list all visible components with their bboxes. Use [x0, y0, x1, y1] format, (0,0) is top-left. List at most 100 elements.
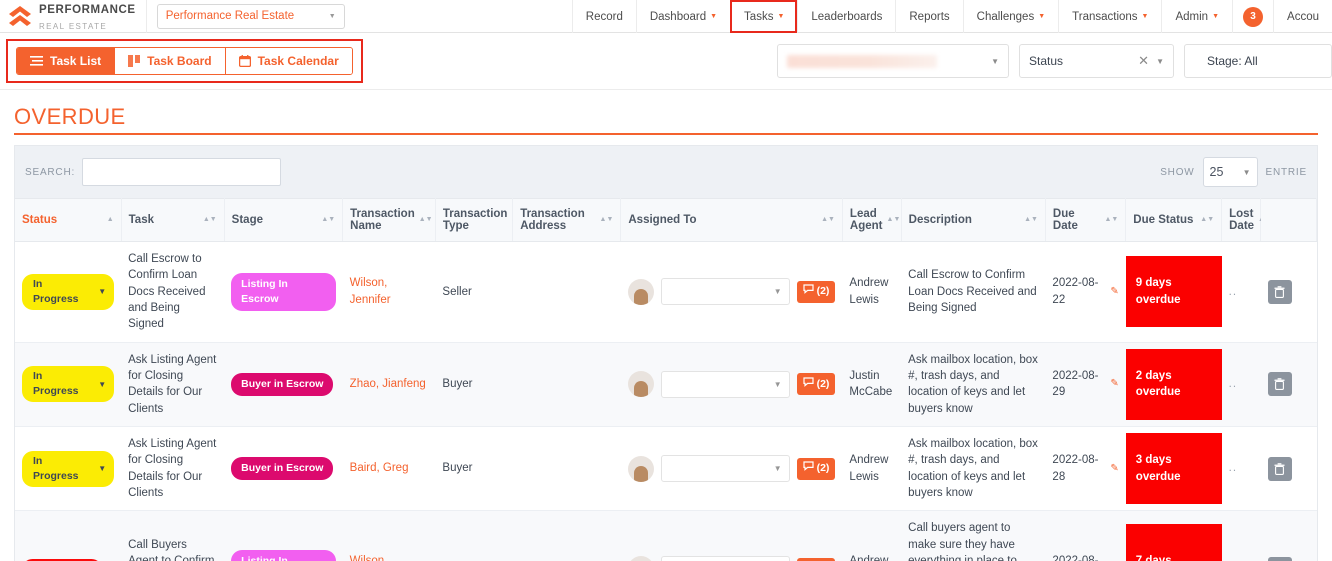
nav-item-leaderboards[interactable]: Leaderboards [797, 0, 895, 33]
cell-transaction-type: Buyer [435, 426, 513, 512]
cell-transaction-type: Seller [435, 510, 513, 561]
column-header-description[interactable]: Description ▲▼ [901, 198, 1046, 242]
cell-assigned-to: ▼ (3) [620, 510, 843, 561]
cell-transaction-name[interactable]: Baird, Greg [342, 426, 436, 512]
comments-count: (2) [816, 285, 830, 298]
delete-button[interactable] [1267, 456, 1292, 481]
nav-item-label: Tasks [744, 10, 774, 23]
redacted-value [669, 556, 774, 561]
task-view-tabs-highlight: Task List Task Board Task Calendar [6, 39, 363, 83]
column-label: Description [908, 214, 972, 226]
delete-button[interactable] [1267, 557, 1292, 561]
cell-transaction-address [512, 342, 621, 427]
cell-lost-date: .. [1221, 241, 1261, 343]
transaction-filter-select[interactable]: ▼ [777, 44, 1009, 78]
status-filter-select[interactable]: Status ✕ ▼ [1019, 44, 1174, 78]
table-row[interactable]: In Progress ▼ Ask Listing Agent for Clos… [15, 342, 1317, 427]
due-status-badge: 3 days overdue [1125, 433, 1222, 505]
status-pill[interactable]: In Progress ▼ [22, 273, 115, 310]
comment-bubble-icon [802, 377, 814, 392]
nav-item-label: Transactions [1072, 10, 1138, 23]
search-input[interactable] [82, 158, 282, 186]
tab-task-list[interactable]: Task List [17, 48, 116, 74]
cell-transaction-name[interactable]: Wilson, Jennifer [342, 510, 436, 561]
entries-label: ENTRIE [1265, 166, 1307, 178]
nav-item-account[interactable]: Accou [1273, 0, 1332, 33]
column-header-actions [1260, 198, 1317, 242]
column-header-transaction-address[interactable]: Transaction Address ▲▼ [512, 198, 622, 242]
nav-item-challenges[interactable]: Challenges ▼ [962, 0, 1058, 33]
tab-task-calendar[interactable]: Task Calendar [225, 48, 352, 74]
column-header-due-status[interactable]: Due Status ▲▼ [1125, 198, 1223, 242]
column-header-transaction-type[interactable]: Transaction Type ▲▼ [435, 198, 525, 242]
table-row[interactable]: To Do ▼ Call Buyers Agent to Confirm Clo… [15, 510, 1317, 561]
nav-item-reports[interactable]: Reports [895, 0, 962, 33]
edit-pencil-icon[interactable]: ✎ [1110, 377, 1118, 391]
tab-task-board[interactable]: Task Board [115, 48, 226, 74]
avatar [627, 278, 654, 305]
cell-transaction-name[interactable]: Zhao, Jianfeng [342, 342, 436, 427]
cell-description: Ask mailbox location, box #, trash days,… [901, 426, 1046, 512]
table-row[interactable]: In Progress ▼ Ask Listing Agent for Clos… [15, 426, 1317, 512]
stage-badge: Buyer in Escrow [231, 372, 334, 396]
cell-transaction-address [512, 241, 621, 343]
comments-count: (2) [816, 462, 830, 475]
delete-button[interactable] [1267, 279, 1292, 304]
comments-button[interactable]: (2) [796, 373, 836, 396]
cell-task: Call Buyers Agent to Confirm Closing Dat… [121, 510, 225, 561]
cell-task: Ask Listing Agent for Closing Details fo… [121, 342, 225, 427]
column-header-lost-date[interactable]: Lost Date ▲▼ [1221, 198, 1272, 242]
assignee-select[interactable]: ▼ [660, 555, 790, 561]
main-nav: Record Dashboard ▼ Tasks ▼ Leaderboards … [571, 0, 1332, 33]
cell-lead-agent: Justin McCabe [842, 342, 902, 427]
close-icon[interactable]: ✕ [1138, 53, 1149, 69]
table-row[interactable]: In Progress ▼ Call Escrow to Confirm Loa… [15, 241, 1317, 343]
organization-select[interactable]: Performance Real Estate ▼ [156, 3, 345, 29]
brand-wordmark: PERFORMANCE REAL ESTATE [39, 0, 136, 33]
brand-logo[interactable]: PERFORMANCE REAL ESTATE [0, 0, 147, 33]
edit-pencil-icon[interactable]: ✎ [1110, 285, 1118, 299]
comments-button[interactable]: (2) [796, 280, 836, 303]
cell-status: In Progress ▼ [15, 426, 122, 512]
column-header-assigned-to[interactable]: Assigned To ▲▼ [620, 198, 843, 242]
column-header-status[interactable]: Status ▲ [15, 198, 122, 242]
comments-button[interactable]: (2) [796, 457, 836, 480]
nav-item-label: Accou [1287, 10, 1319, 23]
assignee-select[interactable]: ▼ [660, 455, 790, 483]
chevron-down-icon: ▼ [1212, 13, 1220, 20]
nav-item-admin[interactable]: Admin ▼ [1161, 0, 1232, 33]
status-pill[interactable]: In Progress ▼ [22, 450, 115, 487]
due-date-value: 2022-08-29 [1052, 369, 1099, 399]
column-header-transaction-name[interactable]: Transaction Name ▲▼ [342, 198, 436, 242]
chevron-down-icon: ▼ [773, 287, 782, 297]
column-header-stage[interactable]: Stage ▲▼ [224, 198, 344, 242]
column-header-lead-agent[interactable]: Lead Agent ▲▼ [842, 198, 902, 242]
assignee-select[interactable]: ▼ [660, 278, 790, 306]
trash-icon [1274, 378, 1285, 391]
column-header-task[interactable]: Task ▲▼ [121, 198, 225, 242]
stage-filter-select[interactable]: Stage: All [1184, 44, 1332, 78]
status-pill-label: In Progress [33, 277, 79, 305]
cell-transaction-name[interactable]: Wilson, Jennifer [342, 241, 436, 343]
cell-status: In Progress ▼ [15, 241, 122, 343]
cell-stage: Listing In Escrow [224, 241, 343, 343]
entries-per-page-select[interactable]: 25 ▼ [1202, 157, 1258, 187]
nav-item-tasks[interactable]: Tasks ▼ [730, 0, 798, 33]
status-pill[interactable]: In Progress ▼ [22, 366, 115, 403]
chevron-down-icon: ▼ [328, 12, 336, 20]
cell-actions [1260, 342, 1317, 427]
edit-pencil-icon[interactable]: ✎ [1110, 462, 1118, 476]
cell-assigned-to: ▼ (2) [620, 342, 843, 427]
view-toolbar: Task List Task Board Task Calendar ▼ Sta… [0, 33, 1332, 90]
cell-description: Call buyers agent to make sure they have… [901, 510, 1046, 561]
notification-badge-cell[interactable]: 3 [1232, 0, 1273, 33]
cell-lost-date: .. [1221, 426, 1261, 512]
avatar [627, 371, 654, 398]
delete-button[interactable] [1267, 372, 1292, 397]
overdue-tasks-table: Status ▲ Task ▲▼ Stage ▲▼ Transaction Na… [15, 198, 1317, 561]
assignee-select[interactable]: ▼ [660, 370, 790, 398]
nav-item-record[interactable]: Record [571, 0, 636, 33]
nav-item-dashboard[interactable]: Dashboard ▼ [635, 0, 730, 33]
nav-item-transactions[interactable]: Transactions ▼ [1058, 0, 1161, 33]
column-header-due-date[interactable]: Due Date ▲▼ [1045, 198, 1127, 242]
